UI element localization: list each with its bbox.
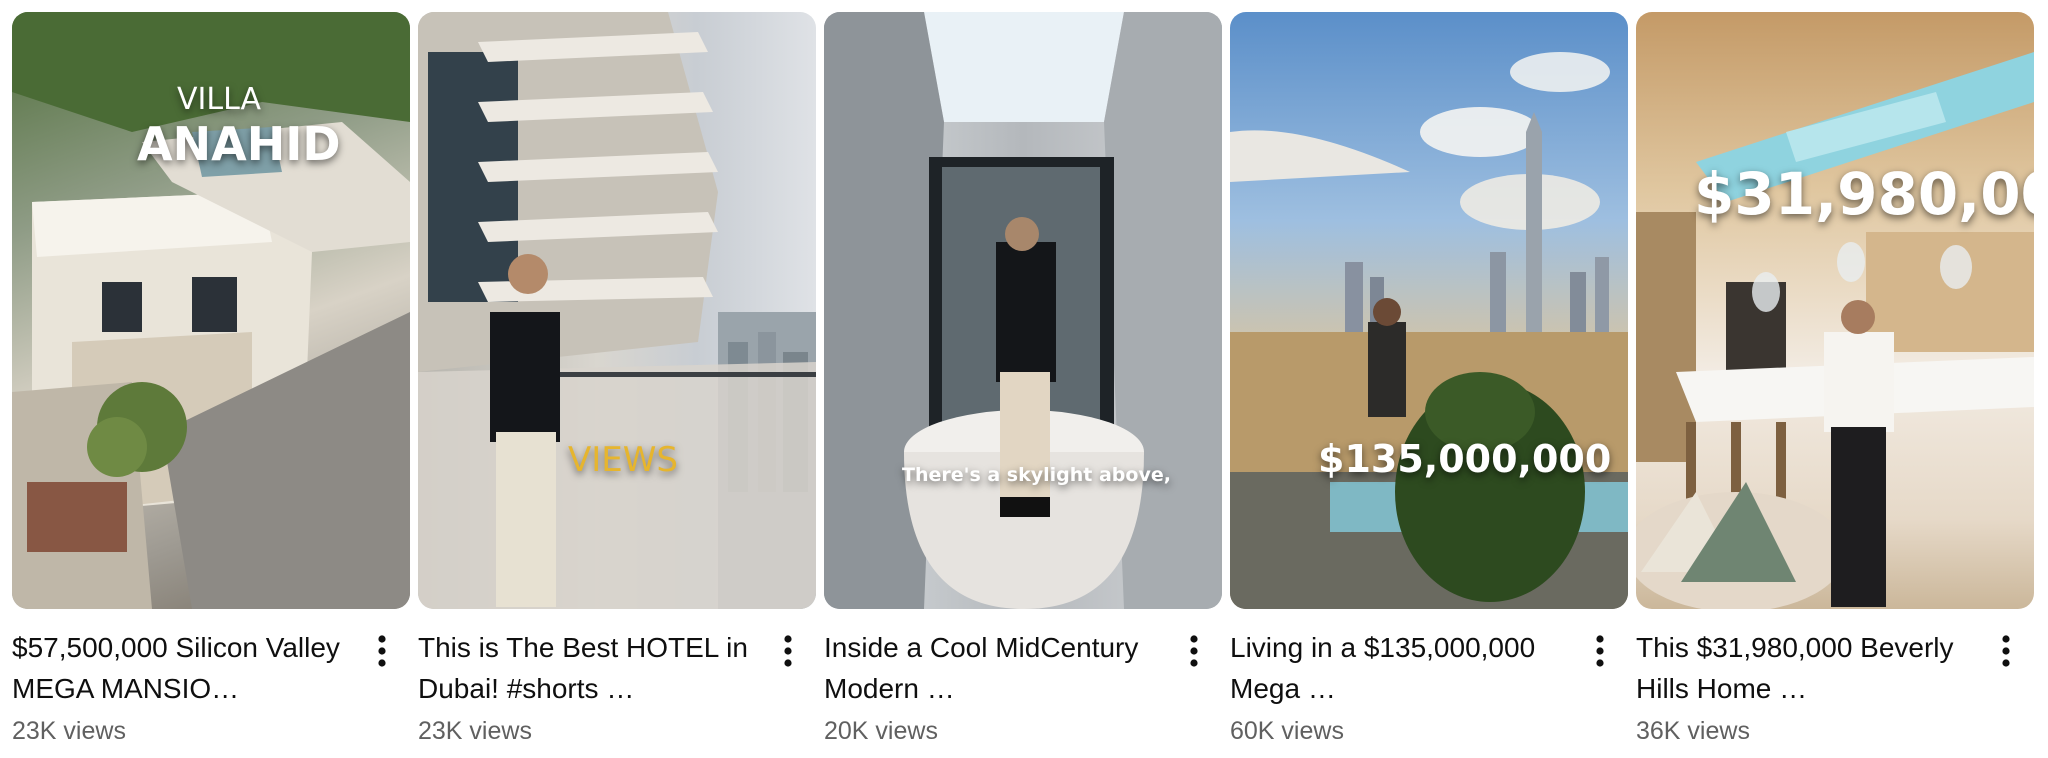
vertical-ellipsis-icon — [784, 635, 792, 667]
overlay-title: ANAHID — [137, 117, 341, 171]
video-meta: This $31,980,000 Beverly Hills Home … 36… — [1636, 609, 2034, 746]
video-title[interactable]: $57,500,000 Silicon Valley MEGA MANSIO… — [12, 627, 352, 709]
video-meta: This is The Best HOTEL in Dubai! #shorts… — [418, 609, 816, 746]
overlay-caption: There's a skylight above, — [902, 464, 1171, 486]
view-count: 23K views — [12, 717, 126, 745]
video-title[interactable]: Inside a Cool MidCentury Modern … — [824, 627, 1164, 709]
short-thumbnail[interactable]: VILLA ANAHID — [12, 12, 410, 609]
short-card[interactable]: $135,000,000 Living in a $135,000,000 Me… — [1230, 12, 1628, 746]
video-meta: Living in a $135,000,000 Mega … 60K view… — [1230, 609, 1628, 746]
overlay-caption: VIEWS — [568, 440, 678, 480]
view-count: 20K views — [824, 717, 938, 745]
vertical-ellipsis-icon — [1596, 635, 1604, 667]
short-thumbnail[interactable]: $135,000,000 — [1230, 12, 1628, 609]
video-meta: Inside a Cool MidCentury Modern … 20K vi… — [824, 609, 1222, 746]
beverly-hills-kitchen-scene-image — [1636, 12, 2034, 609]
view-count: 23K views — [418, 717, 532, 745]
short-card[interactable]: There's a skylight above, Inside a Cool … — [824, 12, 1222, 746]
short-thumbnail[interactable]: VIEWS — [418, 12, 816, 609]
short-thumbnail[interactable]: There's a skylight above, — [824, 12, 1222, 609]
bathroom-skylight-scene-image — [824, 12, 1222, 609]
dubai-balcony-scene-image — [418, 12, 816, 609]
view-count: 36K views — [1636, 717, 1750, 745]
short-thumbnail[interactable]: $31,980,000 — [1636, 12, 2034, 609]
short-card[interactable]: VIEWS This is The Best HOTEL in Dubai! #… — [418, 12, 816, 746]
more-actions-button[interactable] — [1580, 631, 1620, 671]
more-actions-button[interactable] — [768, 631, 808, 671]
overlay-subtitle: VILLA — [177, 82, 262, 117]
video-title[interactable]: This is The Best HOTEL in Dubai! #shorts… — [418, 627, 758, 709]
vertical-ellipsis-icon — [2002, 635, 2010, 667]
video-meta: $57,500,000 Silicon Valley MEGA MANSIO… … — [12, 609, 410, 746]
video-title[interactable]: Living in a $135,000,000 Mega … — [1230, 627, 1570, 709]
more-actions-button[interactable] — [362, 631, 402, 671]
shorts-shelf: VILLA ANAHID $57,500,000 Silicon Valley … — [12, 12, 2034, 746]
overlay-price: $31,980,000 — [1694, 160, 2034, 228]
vertical-ellipsis-icon — [378, 635, 386, 667]
short-card[interactable]: VILLA ANAHID $57,500,000 Silicon Valley … — [12, 12, 410, 746]
more-actions-button[interactable] — [1174, 631, 1214, 671]
vertical-ellipsis-icon — [1190, 635, 1198, 667]
short-card[interactable]: $31,980,000 This $31,980,000 Beverly Hil… — [1636, 12, 2034, 746]
video-title[interactable]: This $31,980,000 Beverly Hills Home … — [1636, 627, 1976, 709]
overlay-price: $135,000,000 — [1318, 437, 1612, 481]
more-actions-button[interactable] — [1986, 631, 2026, 671]
view-count: 60K views — [1230, 717, 1344, 745]
dubai-skyline-scene-image — [1230, 12, 1628, 609]
